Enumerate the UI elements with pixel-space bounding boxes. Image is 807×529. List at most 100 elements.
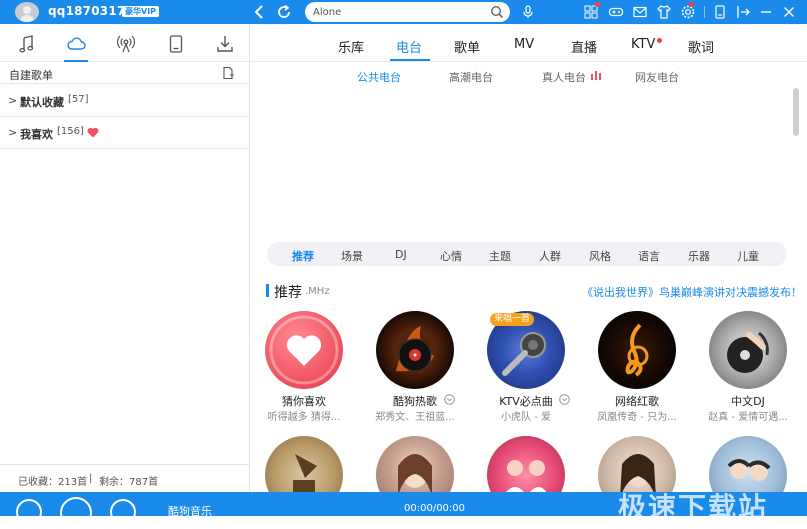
station-cover[interactable] [265,311,343,389]
person-portrait-icon [398,454,432,492]
subtab-user-radio[interactable]: 网友电台 [635,69,679,85]
mail-icon[interactable] [632,4,648,20]
play-button[interactable] [60,497,92,529]
category-mood[interactable]: 心情 [440,248,462,264]
vip-badge[interactable]: 豪华VIP [122,6,160,17]
exit-icon[interactable] [735,4,751,20]
main-tabs: 乐库 电台 歌单 MV 直播 KTV 歌词 [251,24,807,62]
recommend-unit: .MHz [305,286,330,297]
station-cover-gramophone[interactable] [265,436,343,492]
tab-playlists[interactable]: 歌单 [454,37,480,56]
voice-search-icon[interactable] [520,4,536,20]
download-icon[interactable] [214,33,236,55]
category-style[interactable]: 风格 [589,248,611,264]
category-language[interactable]: 语言 [638,248,660,264]
station-cover-portrait[interactable] [376,436,454,492]
local-device-icon[interactable] [165,33,187,55]
category-dj[interactable]: DJ [395,248,407,261]
category-scene[interactable]: 场景 [341,248,363,264]
vertical-scrollbar[interactable] [793,88,799,136]
expand-arrow-icon[interactable]: > [8,126,17,139]
title-bar: qq1870317... 豪华VIP [0,0,807,24]
subtab-climax-radio[interactable]: 高潮电台 [449,69,493,85]
minimize-icon[interactable] [758,4,774,20]
storage-footer: 已收藏：213首 | 剩余：787首 [0,464,250,492]
station-cover-group[interactable] [487,436,565,492]
toolbar-divider [704,6,705,18]
vinyl-fire-icon [396,326,434,372]
chevron-down-icon[interactable] [444,394,455,405]
refresh-icon[interactable] [274,2,294,22]
category-kids[interactable]: 儿童 [737,248,759,264]
settings-notification-dot [689,2,694,7]
couple-icon [727,459,771,481]
sing-badge: 来唱一首 [490,313,535,326]
playlist-name: 默认收藏 [20,96,64,109]
left-sidebar: 自建歌单 > 默认收藏 [57] > 我喜欢 [156] 已收藏：213首 | … [0,24,250,492]
current-song-name[interactable]: 酷狗音乐 [168,503,212,519]
category-theme[interactable]: 主题 [489,248,511,264]
game-controller-icon[interactable] [608,4,624,20]
section-accent-bar [266,284,269,297]
prev-track-button[interactable] [16,499,42,525]
close-icon[interactable] [781,4,797,20]
tab-lyrics[interactable]: 歌词 [688,37,714,56]
category-tabs: 推荐 场景 DJ 心情 主题 人群 风格 语言 乐器 儿童 [267,242,787,266]
promo-link[interactable]: 《说出我世界》鸟巢巅峰演讲对决震撼发布！ [582,284,802,300]
new-playlist-icon[interactable] [221,66,235,80]
playlist-section-header: 自建歌单 [0,62,250,84]
section-title: 自建歌单 [9,69,53,82]
expand-arrow-icon[interactable]: > [8,94,17,107]
search-input[interactable] [313,4,483,20]
playlist-item-default[interactable]: > 默认收藏 [57] [0,85,250,117]
footer-separator: | [89,473,93,484]
playlist-item-favorites[interactable]: > 我喜欢 [156] [0,117,250,149]
person-portrait-icon [620,454,656,492]
gramophone-icon [293,454,317,492]
station-title[interactable]: 网络红歌 [584,393,690,409]
station-subtitle: 凤凰传奇 - 只为... [597,412,677,423]
subtab-live-person-radio[interactable]: 真人电台 [542,69,586,85]
skin-shirt-icon[interactable] [656,4,672,20]
station-cover-singer[interactable] [598,436,676,492]
radio-broadcast-icon[interactable] [115,33,137,55]
back-arrow-icon[interactable] [250,2,270,22]
player-bar: 酷狗音乐 00:00/00:00 极速下载站 [0,491,807,529]
user-avatar[interactable] [15,2,39,22]
tab-mv[interactable]: MV [514,37,534,52]
next-track-button[interactable] [110,499,136,525]
station-cover[interactable] [376,311,454,389]
saved-count: 已收藏：213首 [18,477,88,488]
station-title[interactable]: 猜你喜欢 [251,393,357,409]
playlist-count: [57] [68,94,89,105]
station-subtitle: 赵真 - 爱情可遇... [708,412,788,423]
station-cover-couple[interactable] [709,436,787,492]
category-recommend[interactable]: 推荐 [292,248,314,264]
station-cover[interactable] [709,311,787,389]
active-main-tab-indicator [390,59,430,61]
tab-radio[interactable]: 电台 [396,37,422,56]
remaining-count: 剩余：787首 [99,477,159,488]
recommend-title: 推荐 [274,285,302,301]
cloud-icon[interactable] [65,33,87,55]
subtab-public-radio[interactable]: 公共电台 [357,69,401,85]
main-content: 乐库 电台 歌单 MV 直播 KTV 歌词 公共电台 高潮电台 真人电台 网友电… [251,24,807,492]
station-title[interactable]: 中文DJ [695,393,801,409]
tab-library[interactable]: 乐库 [338,37,364,56]
tab-live[interactable]: 直播 [571,37,597,56]
watermark-text: 极速下载站 [618,491,769,524]
category-crowd[interactable]: 人群 [539,248,561,264]
search-box[interactable] [305,2,510,22]
station-cover[interactable] [598,311,676,389]
mini-mode-icon[interactable] [712,4,728,20]
category-instrument[interactable]: 乐器 [688,248,710,264]
music-note-icon[interactable] [16,33,38,55]
ktv-notification-dot [657,38,662,43]
notification-dot [595,2,600,7]
station-subtitle: 听得越多 猜得... [267,412,341,423]
tab-ktv[interactable]: KTV [631,37,655,52]
chevron-down-icon[interactable] [559,394,570,405]
playlist-name: 我喜欢 [20,128,53,141]
settings-gear-icon[interactable] [680,4,696,20]
search-icon[interactable] [490,5,504,19]
